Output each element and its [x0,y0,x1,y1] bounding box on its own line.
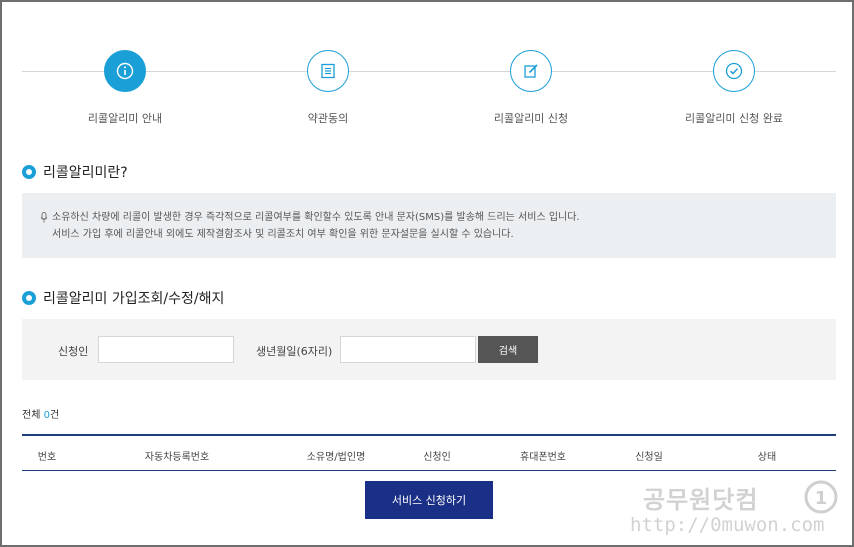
circle-bullet-icon [22,165,36,179]
birthdate-input[interactable] [340,336,476,363]
watermark-title: 공무원닷컴 [643,486,759,514]
watermark-url: http://0muwon.com [630,514,825,536]
info-text-line2: 서비스 가입 후에 리콜안내 외에도 제작결함조사 및 리콜조치 여부 확인을 … [52,229,514,240]
check-icon [713,50,755,92]
step-label: 리콜알리미 안내 [87,112,163,125]
search-panel: 신청인 생년월일(6자리) 검색 [22,319,836,380]
step-recall-complete: 리콜알리미 신청 완료 [664,50,804,126]
step-recall-info: 리콜알리미 안내 [55,50,195,126]
section-title-text: 리콜알리미 가입조회/수정/해지 [43,291,225,307]
watermark-logo-icon: 1 [803,479,839,519]
results-table-header: 번호 자동차등록번호 소유명/법인명 신청인 휴대폰번호 신청일 상태 [22,434,836,471]
applicant-label: 신청인 [58,345,89,358]
total-count: 전체 0건 [22,406,59,421]
info-text-line1: 소유하신 차량에 리콜이 발생한 경우 즉각적으로 리콜여부를 확인할수 있도록… [52,212,580,223]
step-label: 리콜알리미 신청 완료 [684,112,784,125]
watermark-logo-text: 1 [815,488,828,509]
microphone-icon [38,212,50,223]
section-title-subscription: 리콜알리미 가입조회/수정/해지 [22,288,224,308]
circle-bullet-icon [22,291,36,305]
info-box: 소유하신 차량에 리콜이 발생한 경우 즉각적으로 리콜여부를 확인할수 있도록… [22,193,836,258]
document-icon [307,50,349,92]
step-recall-apply: 리콜알리미 신청 [461,50,601,126]
column-header: 신청일 [635,452,663,463]
column-header: 자동차등록번호 [144,452,210,463]
column-header: 신청인 [423,452,451,463]
column-header: 상태 [757,452,777,463]
total-prefix: 전체 [22,410,44,421]
step-label: 리콜알리미 신청 [493,112,569,125]
section-title-text: 리콜알리미란? [43,165,128,181]
service-apply-button[interactable]: 서비스 신청하기 [365,481,493,519]
search-button[interactable]: 검색 [478,336,538,363]
section-title-recall-info: 리콜알리미란? [22,162,128,182]
column-header: 소유명/법인명 [306,452,366,463]
step-terms-agreement: 약관동의 [258,50,398,126]
birthdate-label: 생년월일(6자리) [256,345,333,358]
column-header: 번호 [37,452,57,463]
step-label: 약관동의 [307,112,349,125]
progress-stepper: 리콜알리미 안내 약관동의 리콜알리미 신청 리콜알리미 신청 완료 [22,50,836,125]
total-suffix: 건 [49,410,60,421]
column-header: 휴대폰번호 [520,452,566,463]
applicant-input[interactable] [98,336,234,363]
edit-icon [510,50,552,92]
info-icon [104,50,146,92]
